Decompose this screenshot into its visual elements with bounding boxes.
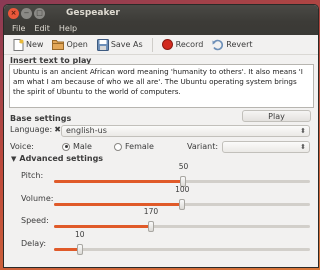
toolbar: New Open Save As Record Revert [4, 35, 318, 55]
maximize-window-button[interactable]: □ [34, 8, 45, 19]
menu-help[interactable]: Help [59, 24, 77, 33]
variant-label: Variant: [187, 142, 219, 151]
male-label: Male [73, 142, 92, 151]
speed-slider-handle[interactable] [147, 221, 154, 232]
app-window: × − □ Gespeaker File Edit Help New Open … [3, 4, 319, 268]
pitch-slider-fill [54, 180, 184, 183]
advanced-settings-expander[interactable]: ▼ Advanced settings [11, 154, 103, 163]
select-arrow-icon: ⬍ [300, 143, 306, 151]
volume-slider-handle[interactable] [179, 199, 185, 210]
play-button[interactable]: Play [242, 110, 311, 122]
menu-bar: File Edit Help [4, 22, 318, 35]
save-as-label: Save As [110, 40, 143, 49]
speed-slider-fill [54, 225, 151, 228]
male-radio-option[interactable]: Male [62, 142, 92, 151]
new-label: New [26, 40, 44, 49]
volume-slider-fill [54, 203, 182, 206]
revert-icon [212, 39, 224, 51]
pitch-slider[interactable] [54, 176, 310, 187]
voice-row: Voice: [10, 142, 34, 151]
language-value: english-us [66, 126, 107, 135]
speed-slider[interactable] [54, 221, 310, 232]
delay-label: Delay: [21, 239, 47, 248]
variant-select[interactable]: ⬍ [222, 141, 310, 153]
variant-row: Variant: [187, 142, 218, 151]
close-window-button[interactable]: × [8, 8, 19, 19]
open-label: Open [66, 40, 88, 49]
revert-button[interactable]: Revert [210, 37, 254, 53]
record-label: Record [175, 40, 204, 49]
volume-label: Volume: [21, 194, 54, 203]
new-button[interactable]: New [10, 37, 45, 53]
window-title: Gespeaker [66, 8, 120, 18]
delay-slider-handle[interactable] [76, 244, 83, 255]
female-radio-option[interactable]: Female [114, 142, 154, 151]
title-bar: × − □ Gespeaker [4, 5, 318, 22]
delay-slider-fill [54, 248, 80, 251]
select-arrow-icon: ⬍ [300, 127, 306, 135]
revert-label: Revert [226, 40, 253, 49]
female-radio[interactable] [114, 142, 122, 151]
speed-label: Speed: [21, 216, 49, 225]
pitch-value: 50 [178, 162, 189, 171]
language-icon: ✖ [54, 125, 61, 134]
delay-value: 10 [75, 230, 85, 239]
toolbar-separator [151, 37, 153, 52]
text-input-area[interactable]: Ubuntu is an ancient African word meanin… [9, 64, 314, 108]
new-document-icon [12, 38, 24, 51]
volume-value: 100 [175, 185, 190, 194]
pitch-label: Pitch: [21, 171, 44, 180]
speed-value: 170 [143, 207, 159, 216]
language-row: Language: ✖ [10, 125, 61, 134]
minimize-window-button[interactable]: − [21, 8, 32, 19]
folder-icon [52, 39, 65, 51]
volume-slider[interactable] [54, 199, 310, 210]
record-button[interactable]: Record [160, 37, 206, 53]
voice-label: Voice: [10, 142, 34, 151]
open-button[interactable]: Open [50, 37, 89, 53]
base-settings-title: Base settings [10, 114, 72, 123]
menu-file[interactable]: File [12, 24, 25, 33]
advanced-settings-title: Advanced settings [19, 154, 104, 163]
expander-arrow-icon: ▼ [11, 154, 17, 163]
menu-edit[interactable]: Edit [34, 24, 50, 33]
language-select[interactable]: english-us ⬍ [61, 125, 310, 137]
save-as-button[interactable]: Save As [95, 37, 145, 53]
save-icon [96, 38, 109, 51]
male-radio[interactable] [62, 142, 70, 151]
record-icon [162, 39, 174, 51]
delay-slider[interactable] [54, 244, 310, 255]
language-label: Language: [10, 125, 53, 134]
female-label: Female [125, 142, 154, 151]
